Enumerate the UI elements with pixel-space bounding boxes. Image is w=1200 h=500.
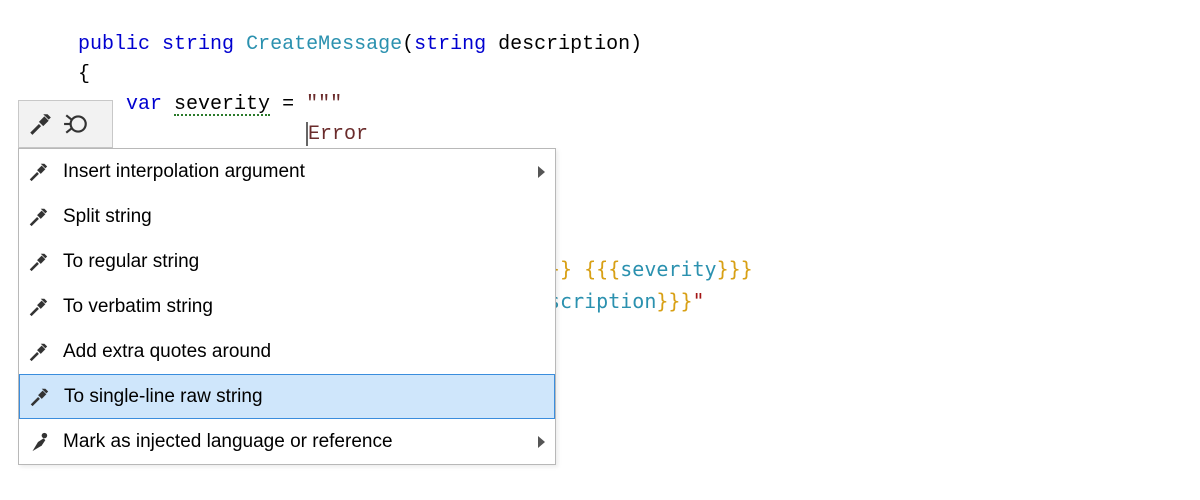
menu-label: Split string: [63, 206, 545, 228]
menu-label: Insert interpolation argument: [63, 161, 526, 183]
method-name: CreateMessage: [246, 33, 402, 56]
quick-actions-menu: Insert interpolation argument Split stri…: [18, 148, 556, 465]
interpolation-preview: }} {{{severity}}} scription}}}": [548, 253, 753, 317]
brace-open: {: [78, 63, 90, 86]
string-content: Error: [308, 123, 368, 146]
pin-icon: [25, 429, 51, 455]
menu-item-single-line-raw[interactable]: To single-line raw string: [19, 374, 555, 419]
menu-label: To verbatim string: [63, 296, 545, 318]
menu-item-mark-injected[interactable]: Mark as injected language or reference: [19, 419, 555, 464]
menu-item-regular-string[interactable]: To regular string: [19, 239, 555, 284]
menu-item-insert-interpolation[interactable]: Insert interpolation argument: [19, 149, 555, 194]
hammer-icon: [26, 384, 52, 410]
keyword-public: public: [78, 33, 150, 56]
param-type: string: [414, 33, 486, 56]
menu-item-extra-quotes[interactable]: Add extra quotes around: [19, 329, 555, 374]
keyword-string: string: [162, 33, 234, 56]
menu-label: To single-line raw string: [64, 386, 544, 408]
hammer-icon: [25, 204, 51, 230]
hammer-icon: [25, 294, 51, 320]
variable-severity: severity: [174, 96, 270, 116]
hammer-icon: [25, 249, 51, 275]
quick-action-toolbar[interactable]: [18, 100, 113, 148]
menu-label: To regular string: [63, 251, 545, 273]
bulb-icon[interactable]: [63, 111, 89, 137]
hammer-icon[interactable]: [27, 111, 53, 137]
chevron-right-icon: [538, 166, 545, 178]
keyword-var: var: [126, 93, 162, 116]
chevron-right-icon: [538, 436, 545, 448]
hammer-icon: [25, 159, 51, 185]
menu-item-split-string[interactable]: Split string: [19, 194, 555, 239]
param-name: description: [498, 33, 630, 56]
equals: =: [270, 93, 306, 116]
menu-label: Add extra quotes around: [63, 341, 545, 363]
hammer-icon: [25, 339, 51, 365]
menu-label: Mark as injected language or reference: [63, 431, 526, 453]
menu-item-verbatim-string[interactable]: To verbatim string: [19, 284, 555, 329]
raw-string-open: """: [306, 93, 342, 116]
